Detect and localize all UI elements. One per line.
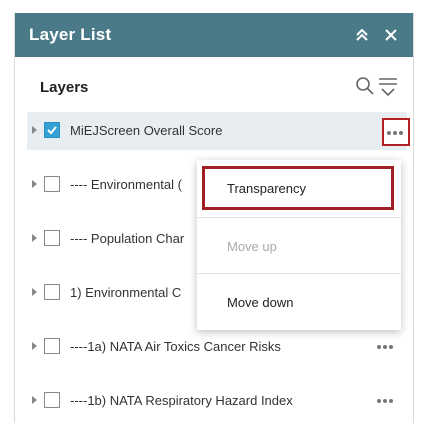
layer-name: ----1b) NATA Respiratory Hazard Index	[70, 393, 293, 408]
expand-caret-icon[interactable]	[32, 234, 37, 242]
layer-checkbox[interactable]	[44, 392, 60, 408]
menu-item-label: Move down	[227, 295, 294, 310]
filter-sort-icon[interactable]	[377, 76, 401, 98]
layer-name: 1) Environmental C	[70, 285, 182, 300]
layer-name: MiEJScreen Overall Score	[70, 123, 223, 138]
expand-caret-icon[interactable]	[32, 180, 37, 188]
menu-item-label: Move up	[227, 239, 277, 254]
menu-item-move-up[interactable]: Move up	[197, 218, 401, 274]
layer-name: ----1a) NATA Air Toxics Cancer Risks	[70, 339, 281, 354]
expand-caret-icon[interactable]	[32, 288, 37, 296]
layer-checkbox[interactable]	[44, 338, 60, 354]
menu-item-label: Transparency	[227, 181, 306, 196]
menu-item-move-down[interactable]: Move down	[197, 274, 401, 330]
expand-caret-icon[interactable]	[32, 126, 37, 134]
layer-options-menu: Transparency Move up Move down	[197, 160, 401, 330]
expand-caret-icon[interactable]	[32, 342, 37, 350]
double-chevron-up-icon[interactable]	[348, 19, 376, 51]
expand-caret-icon[interactable]	[32, 396, 37, 404]
layer-name: ---- Environmental (	[70, 177, 182, 192]
more-options-icon	[387, 131, 405, 137]
layer-name: ---- Population Char	[70, 231, 185, 246]
layer-options-button[interactable]	[382, 118, 410, 146]
layer-checkbox[interactable]	[44, 176, 60, 192]
layer-checkbox[interactable]	[44, 230, 60, 246]
panel-header: Layer List	[15, 13, 413, 57]
close-icon[interactable]	[377, 19, 405, 51]
layer-row[interactable]: ----1a) NATA Air Toxics Cancer Risks	[27, 328, 407, 366]
layers-section-label: Layers	[40, 79, 89, 96]
more-options-icon[interactable]	[377, 345, 395, 351]
search-icon[interactable]	[355, 76, 375, 96]
layer-checkbox[interactable]	[44, 122, 60, 138]
layers-section-bar: Layers	[15, 57, 413, 103]
layer-checkbox[interactable]	[44, 284, 60, 300]
layer-row[interactable]: ----1b) NATA Respiratory Hazard Index	[27, 382, 407, 420]
layer-row-overall-score[interactable]: MiEJScreen Overall Score	[27, 112, 410, 150]
more-options-icon[interactable]	[377, 399, 395, 405]
panel-title: Layer List	[29, 25, 112, 44]
menu-item-transparency[interactable]: Transparency	[197, 160, 401, 216]
